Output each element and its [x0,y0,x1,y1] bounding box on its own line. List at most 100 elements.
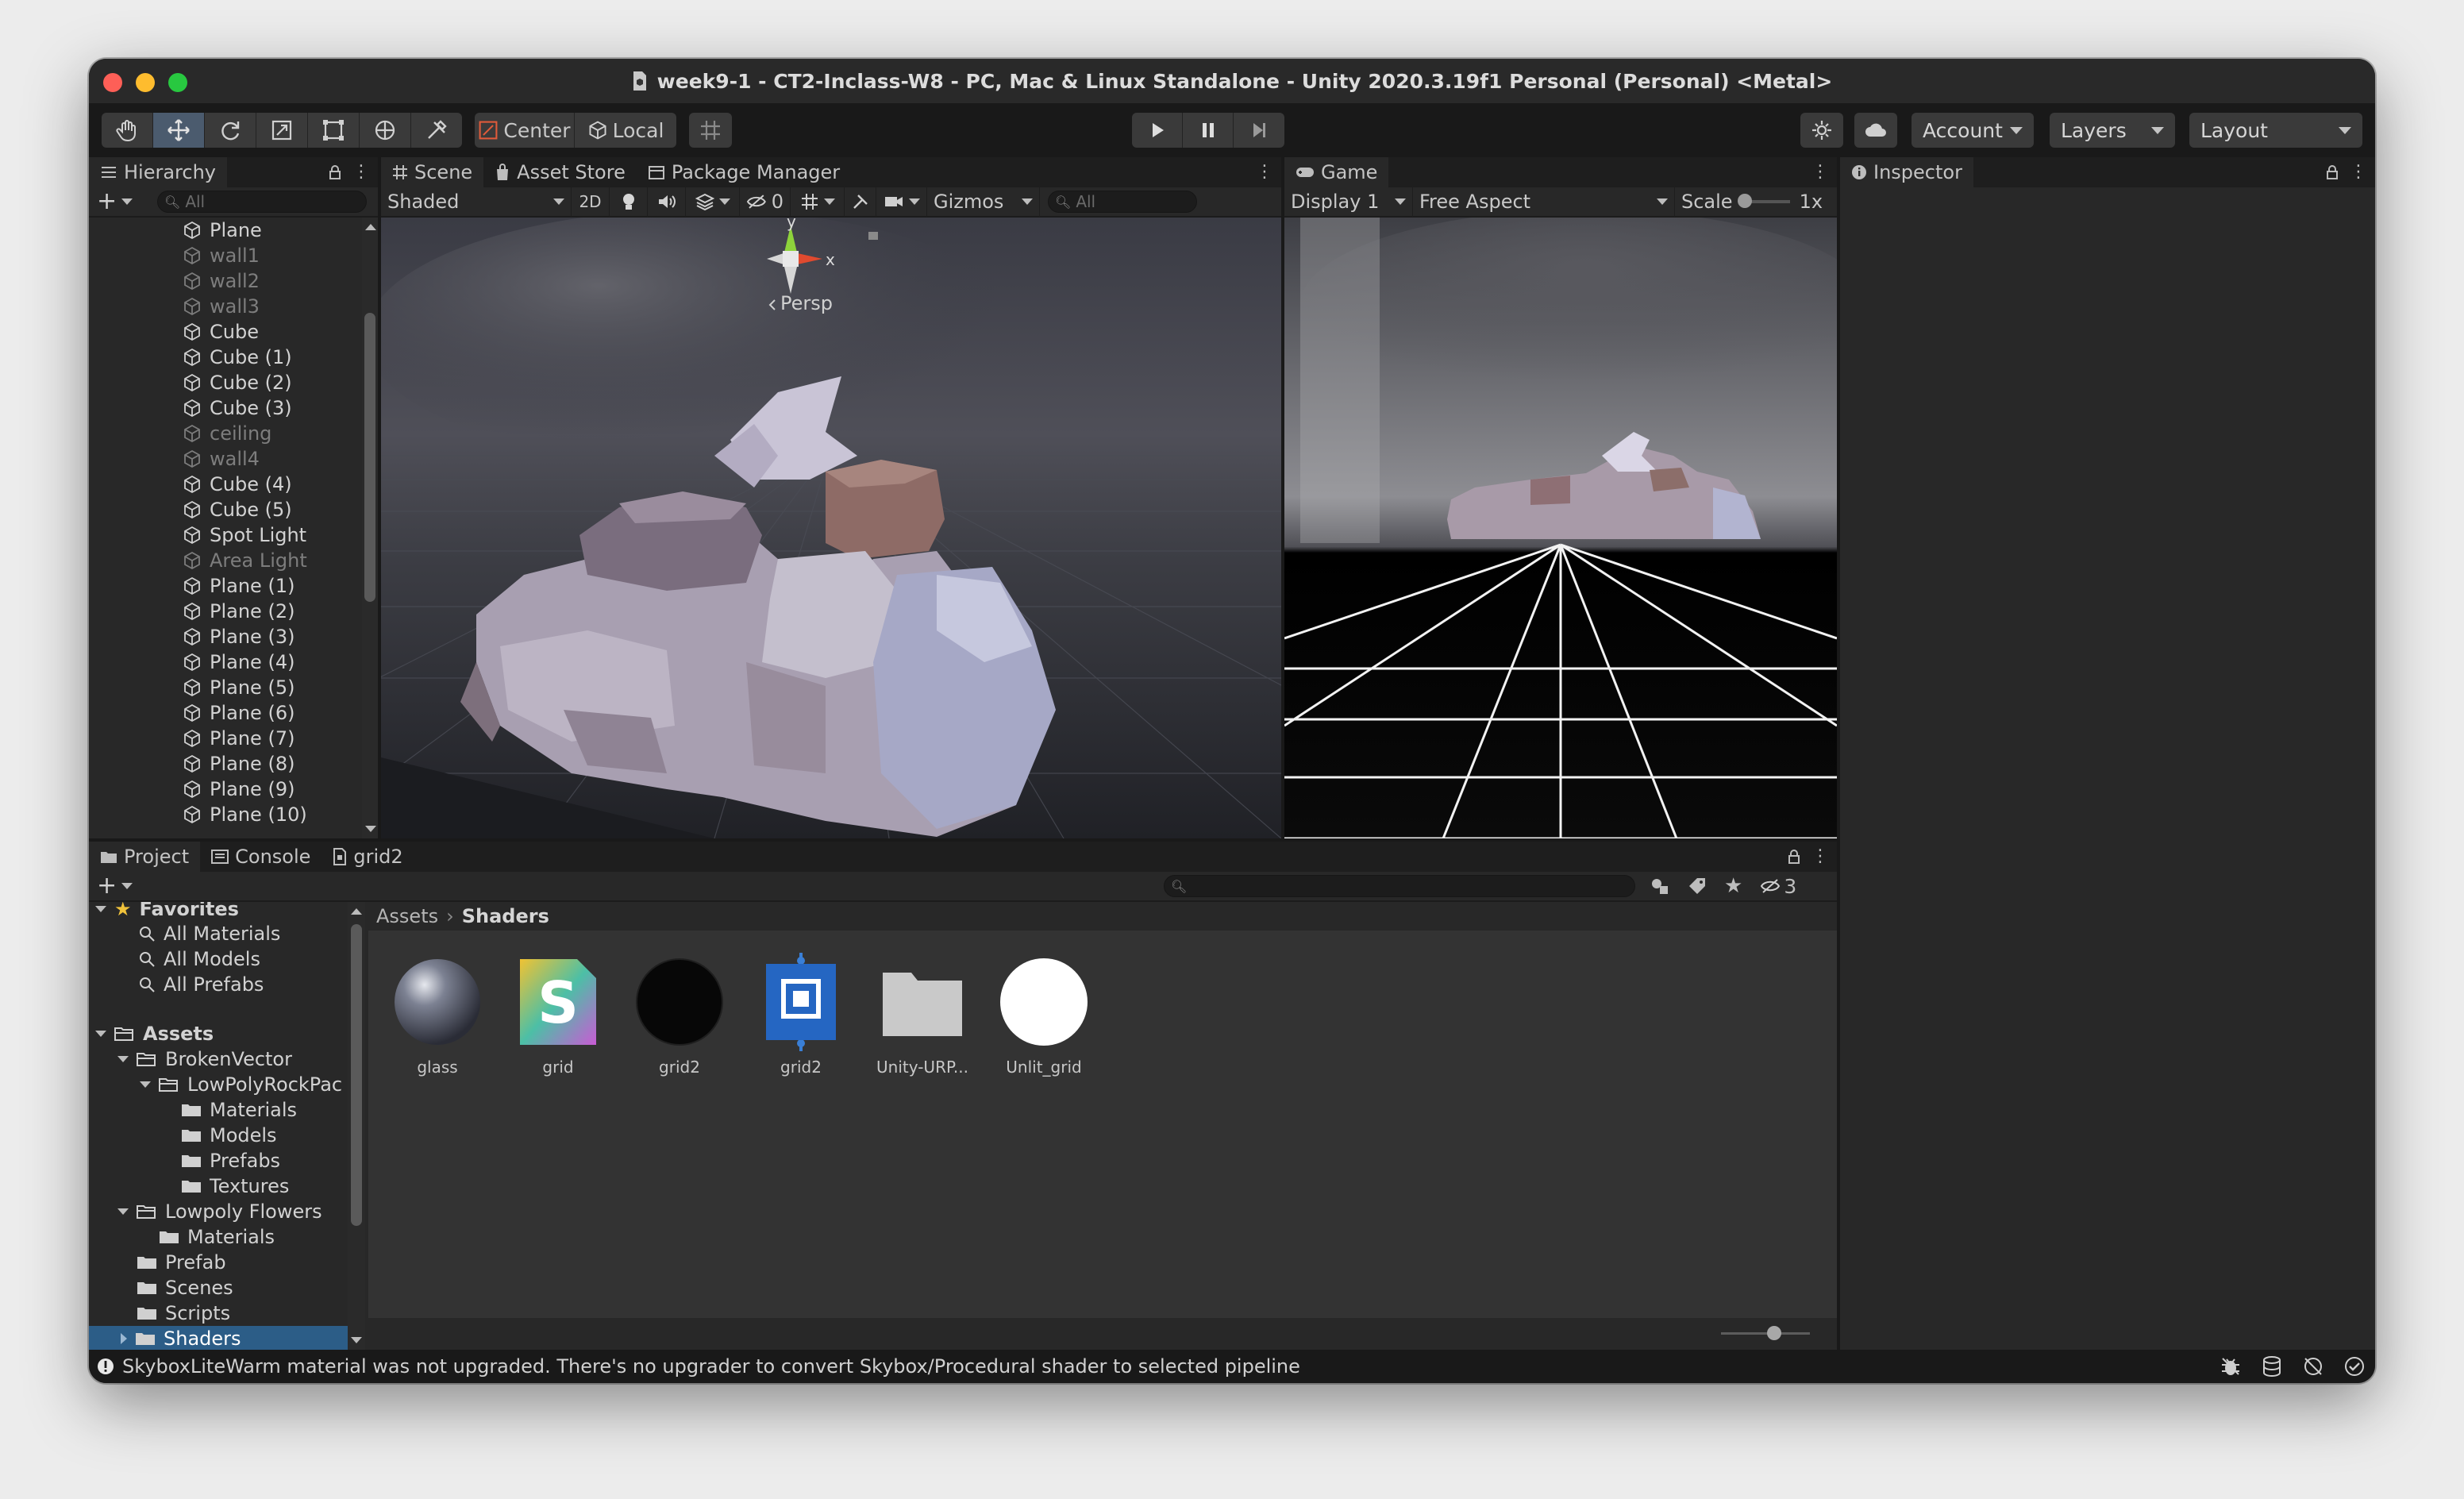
shading-mode-dropdown[interactable]: Shaded [381,187,572,217]
label-tag-icon[interactable] [1688,877,1707,896]
breadcrumb-assets[interactable]: Assets [376,905,438,927]
folder-tree-item[interactable]: Prefab [89,1250,348,1275]
asset-grid2-shader[interactable]: grid2 [746,953,856,1077]
hand-tool-button[interactable] [102,113,153,148]
2d-toggle[interactable]: 2D [572,187,610,217]
asset-unlit-grid[interactable]: Unlit_grid [989,958,1099,1077]
asset-grid2-material[interactable]: grid2 [625,958,734,1077]
tab-scene[interactable]: Scene [381,157,484,187]
tools-toggle[interactable] [845,187,876,217]
collapse-arrow-icon[interactable] [121,1333,127,1344]
hierarchy-item[interactable]: wall1 [89,243,364,268]
hierarchy-item[interactable]: ceiling [89,421,364,446]
folder-tree-item[interactable]: LowPolyRockPac [89,1072,348,1097]
hierarchy-item[interactable]: Plane (5) [89,675,364,700]
tab-inspector[interactable]: Inspector [1840,157,1973,187]
folder-tree-item[interactable]: Materials [89,1224,348,1250]
cloud-button[interactable] [1854,113,1897,148]
lock-icon[interactable] [2326,164,2339,180]
expand-arrow-icon[interactable] [117,1208,129,1215]
scroll-down-icon[interactable] [365,826,376,832]
project-search-input[interactable]: 🔍︎ [1164,875,1635,897]
hierarchy-item[interactable]: Spot Light [89,522,364,548]
minimize-button[interactable] [136,73,155,92]
grid-snap-button[interactable] [689,113,732,148]
effects-dropdown[interactable] [686,187,740,217]
hierarchy-item[interactable]: Plane [89,218,364,243]
hierarchy-item[interactable]: Cube (4) [89,472,364,497]
tab-asset-store[interactable]: Asset Store [483,157,637,187]
display-dropdown[interactable]: Display 1 [1284,187,1413,217]
hierarchy-item[interactable]: Plane (7) [89,726,364,751]
game-viewport[interactable] [1284,218,1837,838]
hierarchy-item[interactable]: Area Light [89,548,364,573]
scene-viewport[interactable]: y x Persp [381,218,1281,838]
hidden-packages-toggle[interactable]: 3 [1760,875,1796,898]
gizmo-center-cube[interactable] [783,251,799,267]
scale-tool-button[interactable] [256,113,308,148]
hierarchy-item[interactable]: Cube (5) [89,497,364,522]
hierarchy-item[interactable]: Plane (3) [89,624,364,649]
hierarchy-item[interactable]: Cube (3) [89,395,364,421]
folder-tree-item[interactable]: Lowpoly Flowers [89,1199,348,1224]
hierarchy-item[interactable]: wall4 [89,446,364,472]
tab-package-manager[interactable]: Package Manager [637,157,851,187]
move-tool-button[interactable] [153,113,205,148]
folder-tree-item[interactable]: Shaders [89,1326,348,1350]
gizmo-lock-icon[interactable] [868,232,878,240]
transform-tool-button[interactable] [360,113,411,148]
hierarchy-item[interactable]: Plane (9) [89,776,364,802]
folder-tree-item[interactable]: Materials [89,1097,348,1123]
folder-tree-item[interactable]: Prefabs [89,1148,348,1173]
project-tree-scrollbar[interactable] [348,902,365,1350]
icon-size-slider[interactable] [1721,1326,1810,1340]
favorites-item[interactable]: All Prefabs [89,972,348,997]
cache-server-icon[interactable] [2261,1355,2283,1378]
asset-glass[interactable]: glass [383,958,492,1077]
lock-icon[interactable] [1788,849,1800,865]
filter-by-type-icon[interactable] [1650,877,1670,896]
audio-toggle[interactable] [648,187,686,217]
create-asset-button[interactable]: + [89,874,157,898]
lock-icon[interactable] [329,164,341,180]
folder-tree-item[interactable]: Models [89,1123,348,1148]
expand-arrow-icon[interactable] [117,1056,129,1062]
camera-dropdown[interactable] [876,187,927,217]
debug-bug-icon[interactable] [2220,1355,2242,1378]
rotate-tool-button[interactable] [205,113,256,148]
hierarchy-item[interactable]: Plane (4) [89,649,364,675]
pivot-center-toggle[interactable]: Center [475,113,575,148]
kebab-menu-icon[interactable]: ⋮ [352,162,370,182]
projection-label[interactable]: Persp [780,292,833,314]
hierarchy-item[interactable]: Plane (8) [89,751,364,776]
scroll-up-icon[interactable] [365,224,376,230]
kebab-menu-icon[interactable]: ⋮ [1256,162,1273,182]
grid-toggle[interactable] [791,187,845,217]
hidden-objects-toggle[interactable]: 0 [740,187,791,217]
account-dropdown[interactable]: Account [1912,113,2034,148]
create-button[interactable]: + [89,190,157,214]
kebab-menu-icon[interactable]: ⋮ [1811,846,1829,866]
breadcrumb-shaders[interactable]: Shaders [462,905,549,927]
collab-button[interactable] [1800,113,1843,148]
tab-hierarchy[interactable]: Hierarchy [89,157,228,187]
pause-button[interactable] [1183,113,1234,148]
lighting-toggle[interactable] [610,187,648,217]
asset-unity-urp-folder[interactable]: Unity-URP... [868,958,977,1077]
assets-root[interactable]: Assets [89,1021,348,1046]
step-button[interactable] [1234,113,1284,148]
zoom-button[interactable] [168,73,187,92]
close-button[interactable] [103,73,122,92]
scene-search-input[interactable]: 🔍︎ All [1048,191,1197,213]
scene-render[interactable]: y x Persp [381,218,1281,838]
folder-tree-item[interactable]: Scenes [89,1275,348,1301]
rect-tool-button[interactable] [308,113,360,148]
layers-dropdown[interactable]: Layers [2050,113,2175,148]
folder-tree-item[interactable]: BrokenVector [89,1046,348,1072]
tab-game[interactable]: Game [1284,157,1389,187]
favorites-header[interactable]: ★ Favorites [89,902,348,921]
custom-tool-button[interactable] [411,113,462,148]
hierarchy-item[interactable]: Plane (1) [89,573,364,599]
tab-console[interactable]: Console [200,842,321,872]
hierarchy-item[interactable]: Cube [89,319,364,345]
